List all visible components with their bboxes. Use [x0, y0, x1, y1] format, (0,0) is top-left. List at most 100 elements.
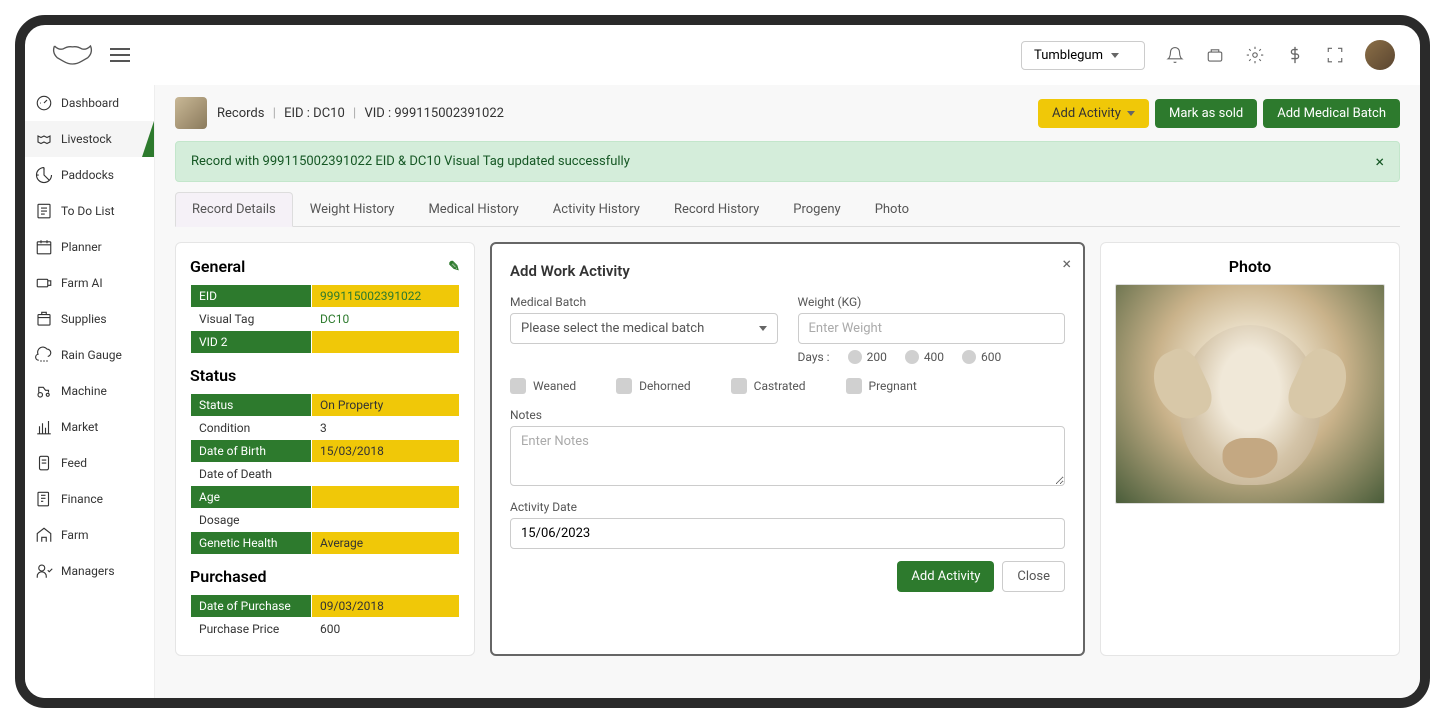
sidebar-item-managers[interactable]: Managers: [25, 553, 154, 589]
planner-icon: [35, 238, 53, 256]
activity-date-input[interactable]: [510, 518, 1065, 549]
sidebar: Dashboard Livestock Paddocks To Do List …: [25, 85, 155, 698]
field-label: Visual Tag: [191, 308, 312, 331]
sidebar-item-market[interactable]: Market: [25, 409, 154, 445]
location-select[interactable]: Tumblegum: [1021, 41, 1145, 70]
breadcrumb: Records | EID : DC10 | VID : 99911500239…: [217, 106, 504, 121]
weight-input[interactable]: [798, 313, 1066, 344]
tab-record-history[interactable]: Record History: [657, 192, 776, 226]
sidebar-label: Machine: [61, 384, 107, 398]
close-icon[interactable]: ×: [1062, 254, 1071, 273]
field-value: DC10: [312, 308, 460, 331]
chevron-down-icon: [1111, 53, 1119, 58]
tab-medical-history[interactable]: Medical History: [411, 192, 535, 226]
tray-icon[interactable]: [1205, 45, 1225, 65]
days-label: Days :: [798, 350, 830, 364]
notes-label: Notes: [510, 408, 1065, 422]
field-value: 999115002391022: [312, 285, 460, 308]
tab-progeny[interactable]: Progeny: [776, 192, 857, 226]
sidebar-label: Feed: [61, 456, 87, 470]
modal-footer: Add Activity Close: [510, 561, 1065, 592]
check-weaned[interactable]: Weaned: [510, 378, 576, 394]
add-medical-batch-button[interactable]: Add Medical Batch: [1263, 99, 1400, 128]
menu-toggle[interactable]: [110, 48, 130, 62]
sidebar-label: Finance: [61, 492, 103, 506]
supplies-icon: [35, 310, 53, 328]
sidebar-label: Planner: [61, 240, 102, 254]
radio-400[interactable]: 400: [905, 350, 944, 364]
gear-icon[interactable]: [1245, 45, 1265, 65]
farmai-icon: [35, 274, 53, 292]
sidebar-item-finance[interactable]: Finance: [25, 481, 154, 517]
modal-title: Add Work Activity: [510, 262, 1065, 280]
sidebar-item-rain[interactable]: Rain Gauge: [25, 337, 154, 373]
check-dehorned[interactable]: Dehorned: [616, 378, 691, 394]
sidebar-item-planner[interactable]: Planner: [25, 229, 154, 265]
sidebar-item-livestock[interactable]: Livestock: [25, 121, 154, 157]
sidebar-label: Market: [61, 420, 98, 434]
mark-sold-button[interactable]: Mark as sold: [1155, 99, 1257, 128]
avatar[interactable]: [1365, 40, 1395, 70]
field-label: VID 2: [191, 331, 312, 354]
header-actions: Add Activity Mark as sold Add Medical Ba…: [1038, 99, 1400, 128]
alert-close-icon[interactable]: ×: [1375, 152, 1384, 171]
add-activity-button[interactable]: Add Activity: [1038, 99, 1149, 128]
status-table: StatusOn Property Condition3 Date of Bir…: [190, 393, 460, 555]
photo-panel: Photo: [1100, 242, 1400, 656]
medical-batch-select[interactable]: Please select the medical batch: [510, 313, 778, 344]
edit-icon[interactable]: ✎: [448, 259, 460, 275]
field-label: Condition: [191, 417, 312, 440]
sidebar-item-feed[interactable]: Feed: [25, 445, 154, 481]
section-purchased: Purchased: [190, 567, 460, 586]
chevron-down-icon: [1127, 111, 1135, 116]
radio-600[interactable]: 600: [962, 350, 1001, 364]
field-value: [312, 509, 460, 532]
dollar-icon[interactable]: [1285, 45, 1305, 65]
breadcrumb-vid: VID : 999115002391022: [364, 106, 504, 121]
field-value: 09/03/2018: [312, 595, 460, 618]
tab-photo[interactable]: Photo: [858, 192, 926, 226]
field-label: Purchase Price: [191, 618, 312, 641]
sidebar-item-supplies[interactable]: Supplies: [25, 301, 154, 337]
bell-icon[interactable]: [1165, 45, 1185, 65]
field-label: Date of Birth: [191, 440, 312, 463]
sidebar-label: Livestock: [61, 132, 112, 146]
sidebar-label: Paddocks: [61, 168, 114, 182]
section-general: General✎: [190, 257, 460, 276]
sidebar-item-dashboard[interactable]: Dashboard: [25, 85, 154, 121]
check-castrated[interactable]: Castrated: [731, 378, 806, 394]
sidebar-item-machine[interactable]: Machine: [25, 373, 154, 409]
tab-activity-history[interactable]: Activity History: [536, 192, 657, 226]
check-pregnant[interactable]: Pregnant: [846, 378, 917, 394]
sidebar-item-todo[interactable]: To Do List: [25, 193, 154, 229]
field-label: Genetic Health: [191, 532, 312, 555]
field-value: 3: [312, 417, 460, 440]
sidebar-label: Managers: [61, 564, 115, 578]
sidebar-item-farmai[interactable]: Farm AI: [25, 265, 154, 301]
radio-200[interactable]: 200: [848, 350, 887, 364]
tab-record-details[interactable]: Record Details: [175, 192, 293, 227]
modal-close-button[interactable]: Close: [1002, 561, 1065, 592]
expand-icon[interactable]: [1325, 45, 1345, 65]
sidebar-item-farm[interactable]: Farm: [25, 517, 154, 553]
section-status: Status: [190, 366, 460, 385]
field-value: [312, 486, 460, 509]
purchased-table: Date of Purchase09/03/2018 Purchase Pric…: [190, 594, 460, 641]
machine-icon: [35, 382, 53, 400]
photo-title: Photo: [1115, 257, 1385, 276]
tab-weight-history[interactable]: Weight History: [293, 192, 412, 226]
farm-icon: [35, 526, 53, 544]
sidebar-item-paddocks[interactable]: Paddocks: [25, 157, 154, 193]
tabs: Record Details Weight History Medical Hi…: [175, 192, 1400, 227]
field-label: Age: [191, 486, 312, 509]
add-activity-modal: × Add Work Activity Medical Batch Please…: [490, 242, 1085, 656]
paddocks-icon: [35, 166, 53, 184]
field-label: Date of Death: [191, 463, 312, 486]
modal-add-activity-button[interactable]: Add Activity: [897, 561, 994, 592]
field-label: Dosage: [191, 509, 312, 532]
sidebar-label: Rain Gauge: [61, 348, 122, 362]
breadcrumb-records[interactable]: Records: [217, 106, 264, 121]
general-table: EID999115002391022 Visual TagDC10 VID 2: [190, 284, 460, 354]
notes-textarea[interactable]: [510, 426, 1065, 486]
sidebar-label: Supplies: [61, 312, 107, 326]
